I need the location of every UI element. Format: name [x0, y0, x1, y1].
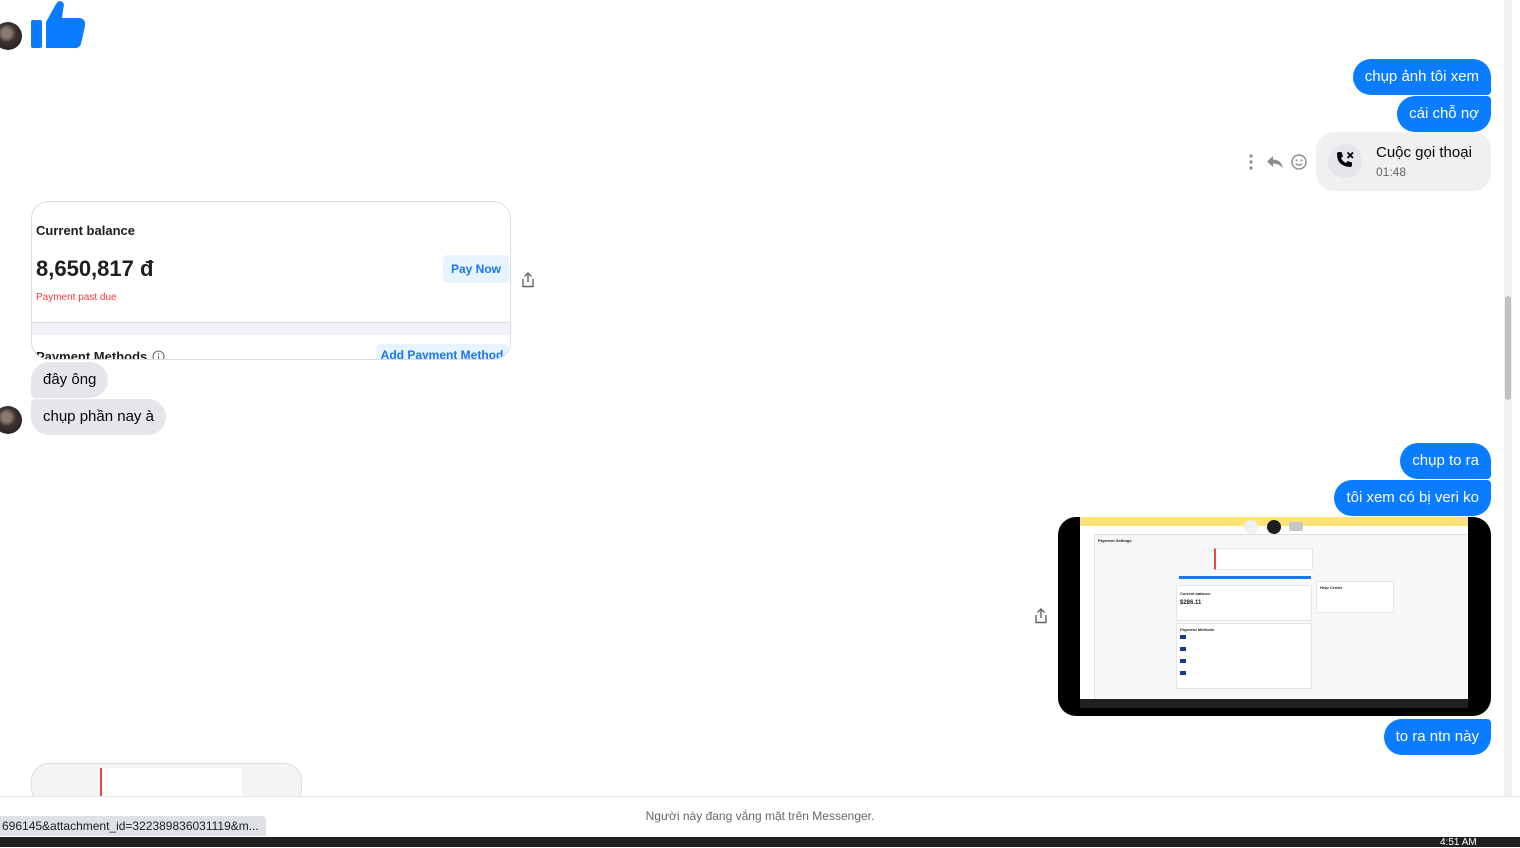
thumbs-up-icon[interactable] — [30, 0, 86, 55]
pay-now-button: Pay Now — [443, 255, 509, 283]
reply-icon[interactable] — [1265, 152, 1285, 172]
add-payment-method-button: Add Payment Method — [376, 344, 508, 359]
message-text: to ra ntn này — [1395, 728, 1479, 745]
more-icon[interactable] — [1244, 152, 1258, 172]
voice-call-card[interactable]: Cuộc gọi thoại 01:48 — [1316, 132, 1491, 191]
message-bubble-outgoing[interactable]: to ra ntn này — [1383, 719, 1491, 755]
screenshot-payment-label: Payment Methods — [1180, 627, 1215, 632]
screenshot-progress — [1179, 576, 1311, 579]
card-divider — [32, 322, 510, 335]
message-bubble-outgoing[interactable]: tôi xem có bị veri ko — [1334, 480, 1491, 516]
image-attachment-partial[interactable] — [31, 763, 302, 796]
screenshot-balance-label: Current balance — [1180, 591, 1211, 596]
message-bubble-outgoing[interactable]: chụp to ra — [1400, 443, 1491, 479]
message-bubble-incoming[interactable]: đây ông — [31, 362, 109, 398]
screenshot-card-icon — [1180, 647, 1186, 651]
screenshot-card-icon — [1180, 635, 1186, 639]
share-icon[interactable] — [1031, 606, 1051, 626]
keyboard-icon — [1289, 522, 1303, 531]
zoom-icon — [1244, 520, 1258, 534]
message-text: chụp phần nay à — [43, 408, 154, 425]
os-taskbar: 4:51 AM — [0, 837, 1520, 848]
emoji-icon[interactable] — [1289, 152, 1309, 172]
message-text: chụp to ra — [1412, 452, 1479, 469]
screenshot-taskbar — [1080, 699, 1468, 708]
message-text: chụp ảnh tôi xem — [1364, 68, 1479, 85]
chat-scrollbar-thumb[interactable] — [1505, 296, 1511, 400]
contact-avatar[interactable] — [0, 22, 22, 50]
screenshot-payment-pane — [1176, 623, 1312, 689]
thumb-alert — [100, 768, 242, 796]
screenshot-page-title: Payment Settings — [1098, 538, 1132, 543]
share-icon[interactable] — [518, 270, 538, 290]
message-text: tôi xem có bị veri ko — [1346, 489, 1479, 506]
balance-image-attachment[interactable]: Current balance 8,650,817 đ Payment past… — [31, 201, 511, 360]
pen-icon — [1267, 520, 1281, 534]
message-bubble-outgoing[interactable]: cái chỗ nợ — [1397, 96, 1491, 132]
screenshot-help-label: Help Center — [1320, 585, 1343, 590]
chat-thread: chụp ảnh tôi xem cái chỗ nợ Cuộc gọi tho… — [0, 0, 1512, 796]
balance-amount: 8,650,817 đ — [36, 256, 154, 281]
screenshot-alert — [1214, 548, 1313, 570]
message-bubble-outgoing[interactable]: chụp ảnh tôi xem — [1352, 59, 1491, 95]
screenshot-card-icon — [1180, 671, 1186, 675]
message-text: đây ông — [43, 371, 97, 388]
call-title: Cuộc gọi thoại — [1376, 144, 1472, 161]
payment-status: Payment past due — [36, 292, 117, 303]
missed-call-icon — [1328, 144, 1362, 178]
call-duration: 01:48 — [1376, 165, 1407, 179]
screenshot-image-attachment[interactable]: Payment Settings Current balance $286.11… — [1058, 517, 1491, 716]
message-text: cái chỗ nợ — [1409, 105, 1479, 122]
link-hover-url: 696145&attachment_id=322389836031119&m..… — [0, 816, 266, 836]
screenshot-card-icon — [1180, 659, 1186, 663]
screenshot-balance-value: $286.11 — [1180, 600, 1202, 606]
payment-methods-label: Payment Methods — [36, 349, 148, 360]
balance-label: Current balance — [36, 223, 135, 238]
screenshot-sidebar — [1080, 534, 1095, 699]
contact-avatar[interactable] — [0, 406, 22, 434]
info-icon — [152, 350, 165, 359]
message-bubble-incoming[interactable]: chụp phần nay à — [31, 399, 166, 435]
